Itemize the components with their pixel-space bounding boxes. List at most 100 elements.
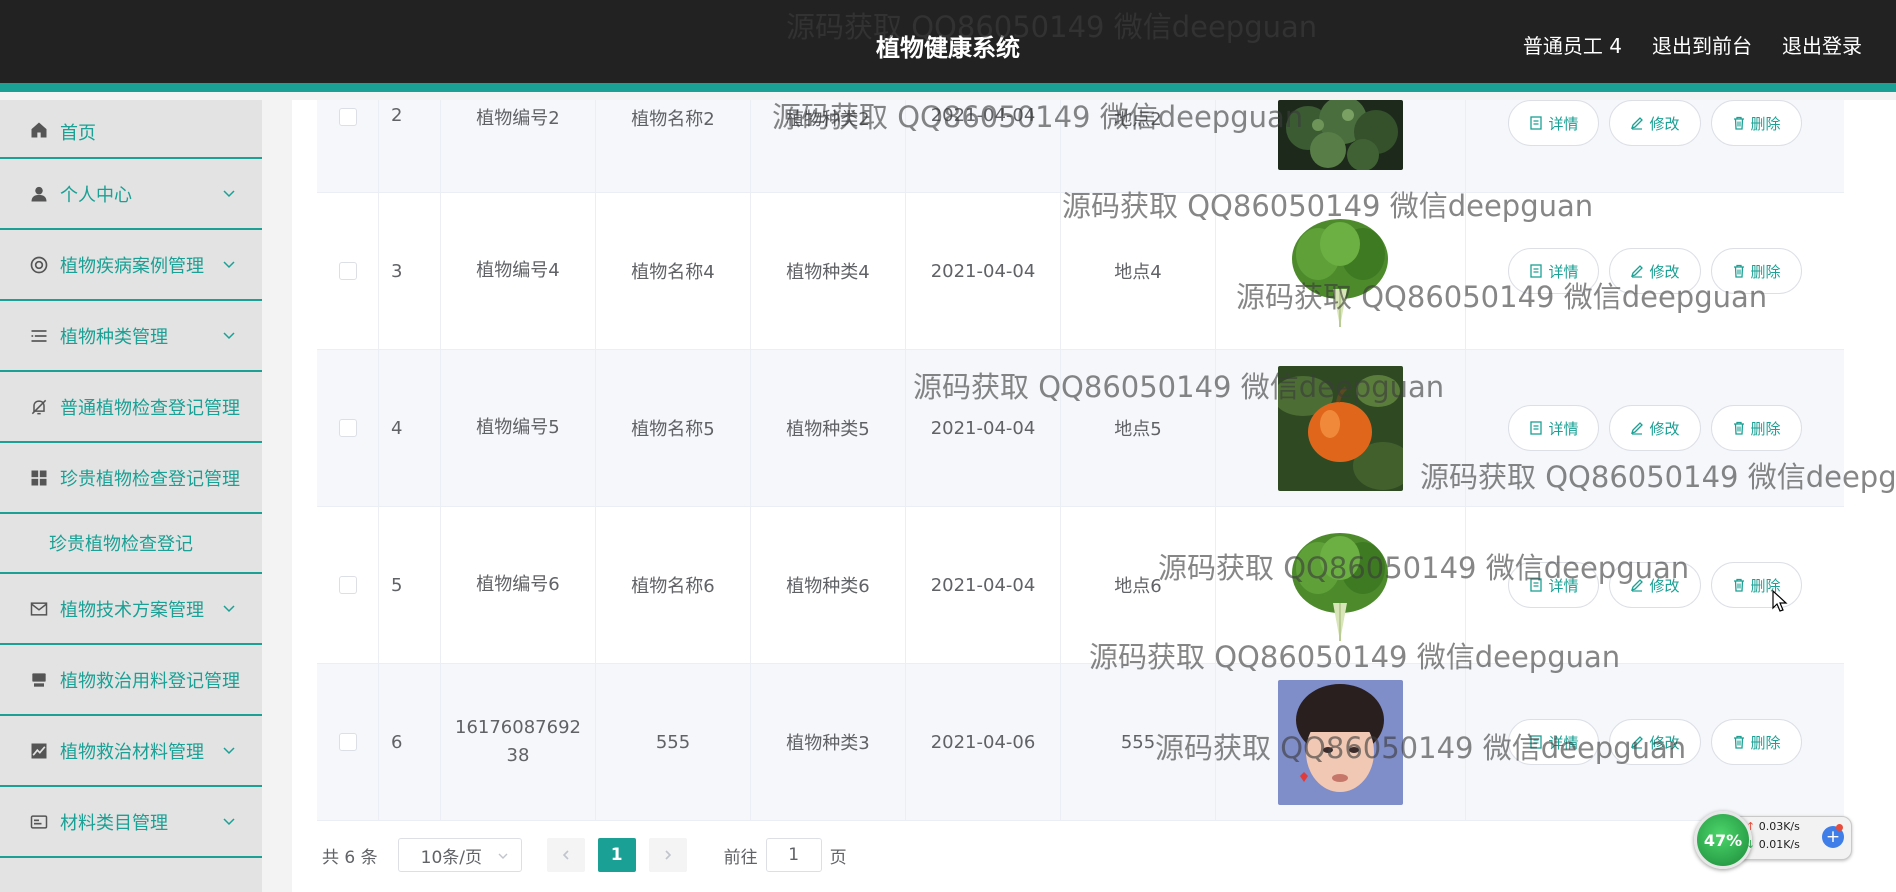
document-icon [1530,578,1543,592]
top-header: 植物健康系统 普通员工 4 退出到前台 退出登录 [0,0,1896,92]
row-checkbox[interactable] [338,419,357,437]
check-place: 地点5 [1061,350,1216,506]
plant-image-cell [1216,350,1466,506]
plant-kind: 植物种类5 [751,350,906,506]
prev-page-button[interactable] [546,838,585,872]
sidebar-item-material-categories[interactable]: 材料类目管理 [0,787,262,858]
delete-button[interactable]: 删除 [1710,100,1802,146]
check-place: 地点6 [1061,507,1216,663]
goto-suffix: 页 [829,847,847,868]
speed-percent: 47% [1694,811,1752,869]
sidebar-item-tech-plans[interactable]: 植物技术方案管理 [0,574,262,645]
bell-off-icon [28,396,50,418]
plant-name: 植物名称2 [596,100,751,192]
row-checkbox[interactable] [338,108,357,126]
sidebar-item-label: 植物疾病案例管理 [60,255,204,277]
chevron-down-icon [223,605,235,613]
row-index: 3 [379,193,441,349]
submenu-item-rare-check-register[interactable]: 珍贵植物检查登记 [0,514,262,574]
sidebar-item-plant-kinds[interactable]: 植物种类管理 [0,301,262,372]
edit-button[interactable]: 修改 [1609,100,1701,146]
sidebar-item-label: 材料类目管理 [60,812,168,834]
help-circle-icon [28,254,50,276]
plant-code: 植物编号4 [441,193,596,349]
edit-button[interactable]: 修改 [1609,719,1701,765]
chart-icon [28,740,50,762]
user-name-link[interactable]: 普通员工 4 [1523,30,1622,59]
detail-button[interactable]: 详情 [1508,719,1600,765]
mail-icon [28,598,50,620]
chevron-down-icon [223,190,235,198]
plant-kind: 植物种类3 [751,664,906,820]
row-checkbox-cell [317,193,379,349]
delete-button[interactable]: 删除 [1710,405,1802,451]
table-row: 3 植物编号4 植物名称4 植物种类4 2021-04-04 地点4 详情 修改… [317,193,1844,350]
sidebar-item-label: 珍贵植物检查登记管理 [60,468,240,490]
row-checkbox[interactable] [338,262,357,280]
plant-kind: 植物种类6 [751,507,906,663]
back-to-front-link[interactable]: 退出到前台 [1652,30,1752,59]
row-checkbox[interactable] [338,576,357,594]
next-page-button[interactable] [648,838,687,872]
mouse-cursor-icon [1772,590,1788,612]
sidebar-item-material-usage[interactable]: 植物救治用料登记管理 [0,645,262,716]
sidebar-item-rare-check[interactable]: 珍贵植物检查登记管理 [0,443,262,514]
page-size-select[interactable]: 10条/页 [397,838,522,872]
row-checkbox-cell [317,507,379,663]
page-number-current[interactable]: 1 [597,838,636,872]
row-actions: 详情 修改 删除 [1466,507,1844,663]
edit-icon [1631,579,1644,592]
check-date: 2021-04-04 [906,507,1061,663]
row-checkbox[interactable] [338,733,357,751]
logout-link[interactable]: 退出登录 [1782,30,1862,59]
plant-name: 植物名称6 [596,507,751,663]
edit-button[interactable]: 修改 [1609,562,1701,608]
network-speed-widget[interactable]: 47% ↑ 0.03K/s ↓ 0.01K/s + [1694,811,1852,869]
plant-image-cell [1216,507,1466,663]
delete-button[interactable]: 删除 [1710,719,1802,765]
plant-image-broccoli [1278,100,1403,170]
trash-icon [1733,578,1744,592]
plant-image-cell [1216,664,1466,820]
check-date: 2021-04-04 [906,350,1061,506]
detail-button[interactable]: 详情 [1508,405,1600,451]
sidebar-item-personal-center[interactable]: 个人中心 [0,159,262,230]
edit-icon [1631,117,1644,130]
edit-icon [1631,265,1644,278]
sidebar-item-normal-check[interactable]: 普通植物检查登记管理 [0,372,262,443]
check-date: 2021-04-04 [906,100,1061,192]
table-row: 2 植物编号2 植物名称2 植物种类2 2021-04-04 地点2 详情 修改… [317,100,1844,193]
check-place: 555 [1061,664,1216,820]
sidebar-item-label: 植物救治用料登记管理 [60,670,240,692]
row-checkbox-cell [317,664,379,820]
sidebar-item-label: 植物种类管理 [60,326,168,348]
detail-button[interactable]: 详情 [1508,100,1600,146]
sidebar-item-home[interactable]: 首页 [0,100,262,159]
sidebar-item-disease-cases[interactable]: 植物疾病案例管理 [0,230,262,301]
chevron-down-icon [498,853,508,859]
row-index: 2 [379,100,441,192]
goto-page-input[interactable] [765,838,822,872]
upload-speed: ↑ 0.03K/s [1746,820,1800,833]
chevron-right-icon [665,850,671,860]
data-table: 2 植物编号2 植物名称2 植物种类2 2021-04-04 地点2 详情 修改… [317,100,1844,821]
sidebar-item-materials[interactable]: 植物救治材料管理 [0,716,262,787]
detail-button[interactable]: 详情 [1508,248,1600,294]
plant-image-lettuce [1278,208,1403,334]
edit-button[interactable]: 修改 [1609,405,1701,451]
plant-image-cell [1216,100,1466,192]
document-icon [1530,421,1543,435]
list-icon [28,325,50,347]
delete-button[interactable]: 删除 [1710,248,1802,294]
detail-button[interactable]: 详情 [1508,562,1600,608]
card-icon [28,811,50,833]
pagination: 共 6 条 10条/页 1 前往 页 [322,837,847,873]
row-checkbox-cell [317,100,379,192]
header-accent-bar [0,83,1896,92]
header-actions: 普通员工 4 退出到前台 退出登录 [1523,30,1862,59]
pagination-total: 共 6 条 [322,847,378,868]
edit-button[interactable]: 修改 [1609,248,1701,294]
row-actions: 详情 修改 删除 [1466,350,1844,506]
plant-code: 1617608769238 [441,664,596,820]
trash-icon [1733,116,1744,130]
